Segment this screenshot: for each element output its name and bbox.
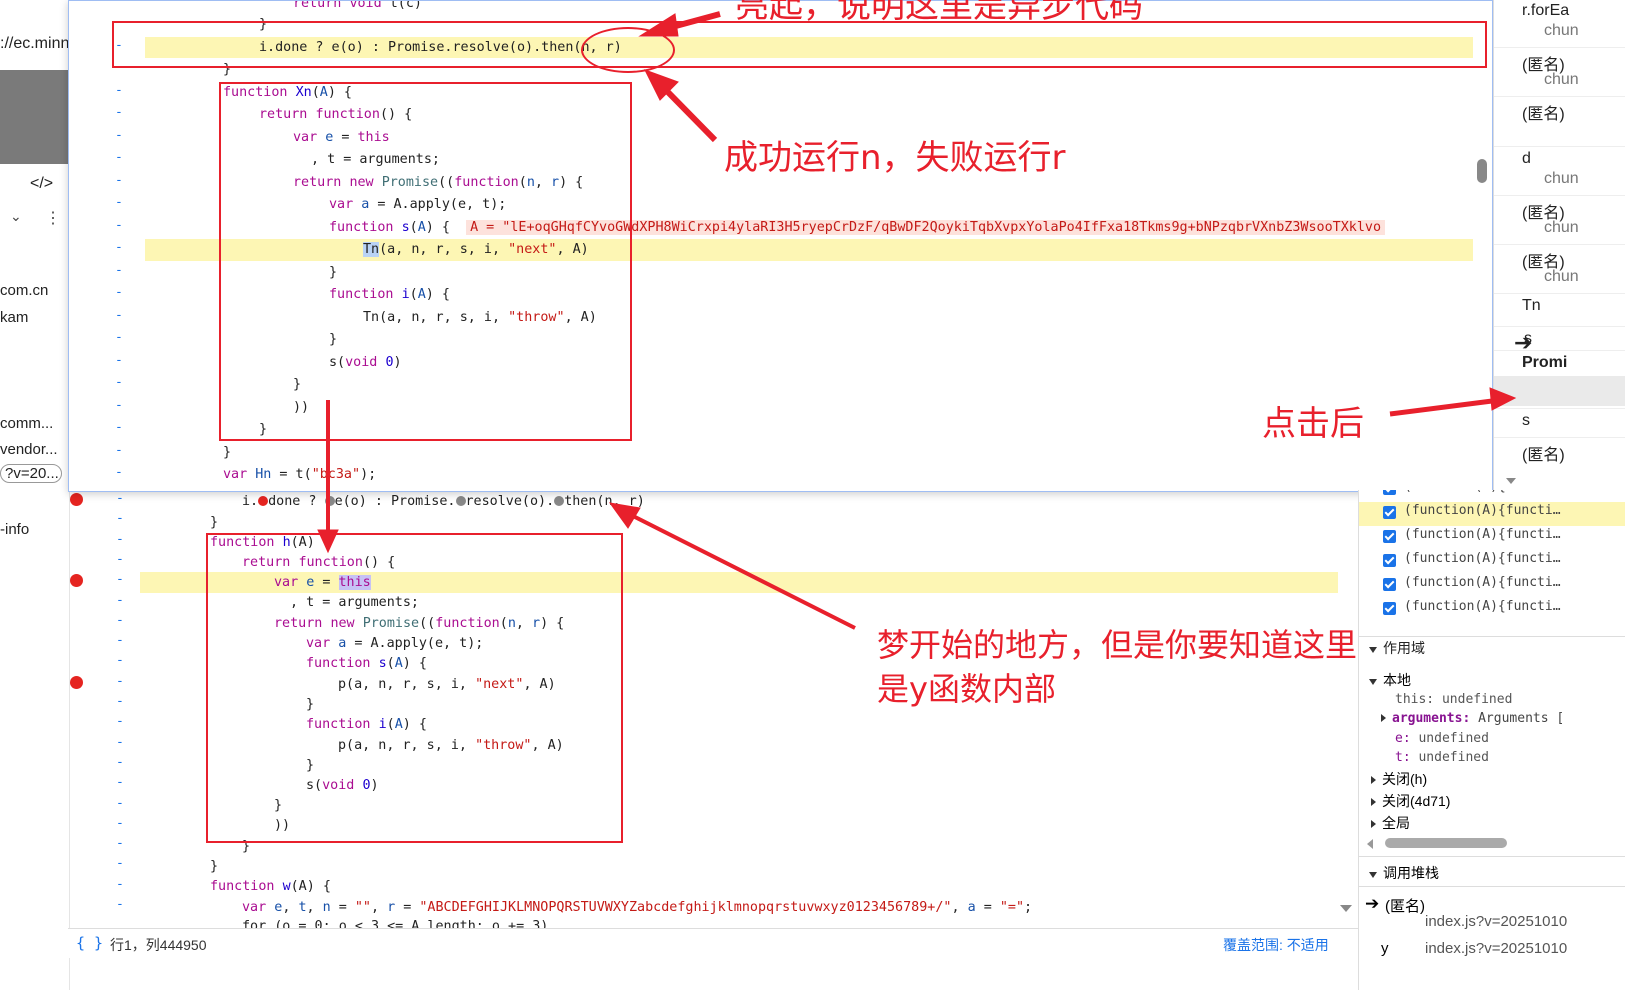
annotation-dream-1: 梦开始的地方，但是你要知道这里 [877,626,1358,664]
arrow-head [638,13,679,37]
arrow-dream [624,510,856,630]
devtools-screenshot: ://ec.minn </> ⌄ ⋮ com.cn kam comm... ve… [0,0,1625,990]
annotation-success: 成功运行n，失败运行r [724,138,1066,178]
annotation-after-click: 点击后 [1262,404,1364,444]
arrow-after-click [1389,397,1501,417]
arrow-head [1489,387,1517,411]
annotation-top: 亮起，说明这里是异步代码 [735,0,1143,26]
arrow-head [608,502,641,529]
annotation-dream-2: 是y函数内部 [877,670,1056,708]
arrow-head [317,529,339,554]
